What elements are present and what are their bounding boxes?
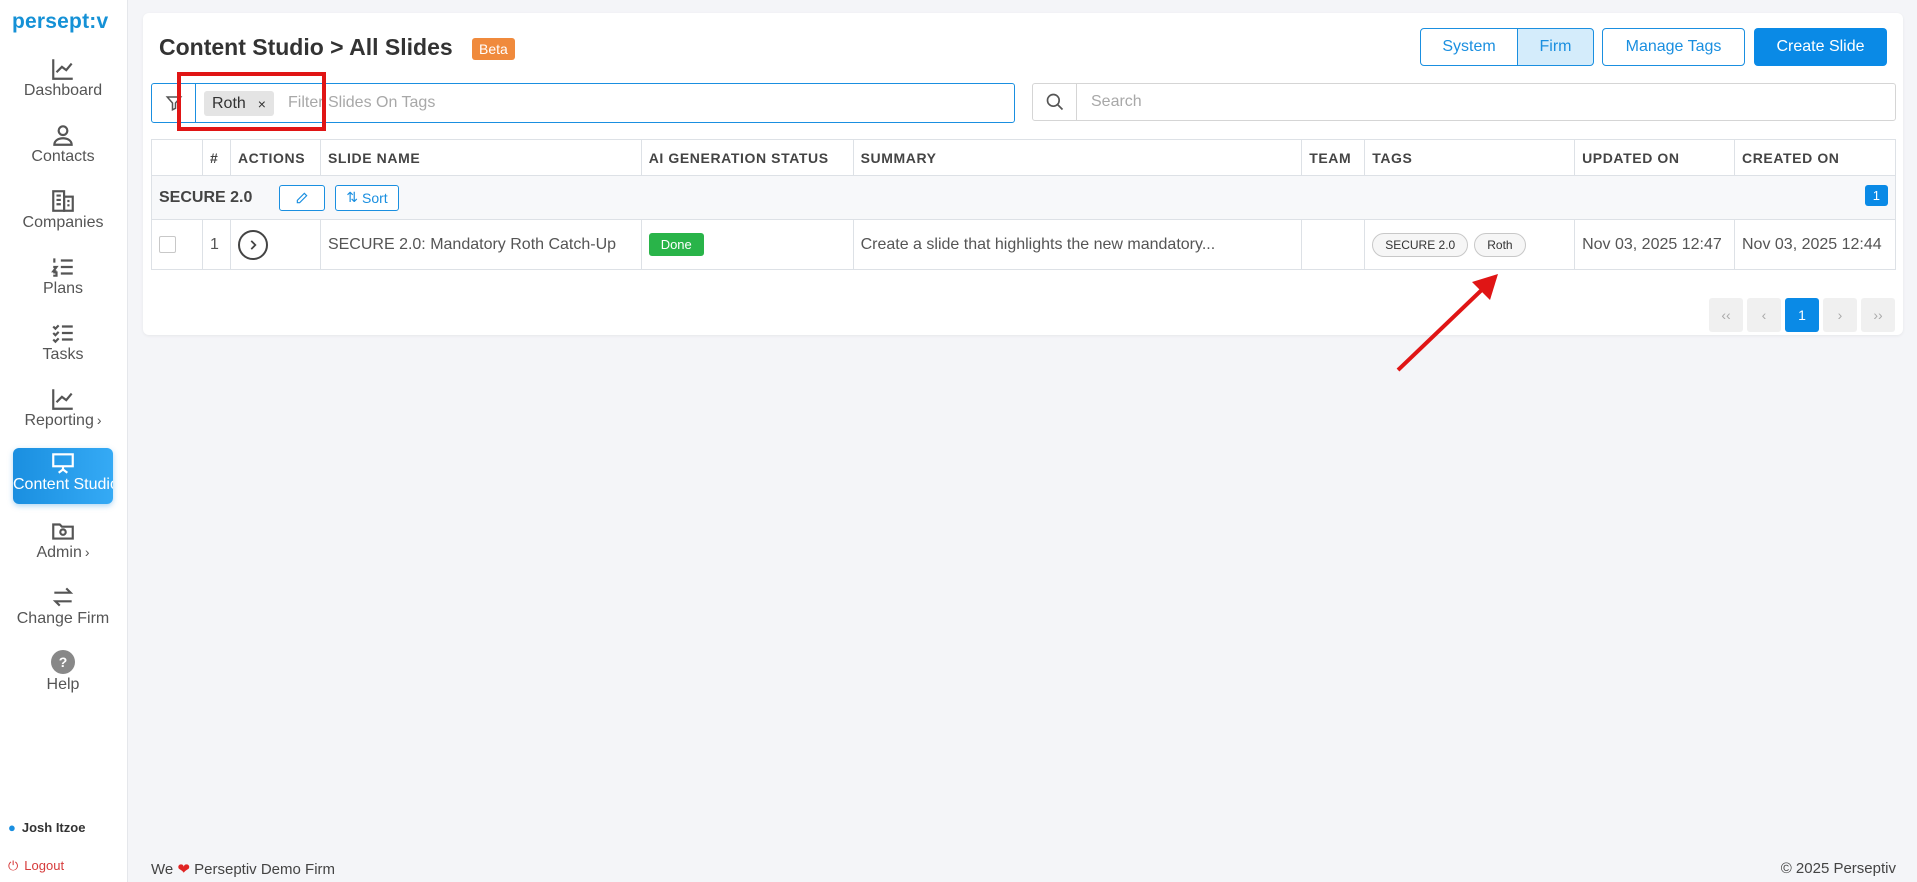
sidebar-item-label: Reporting: [24, 412, 94, 429]
search-placeholder: Search: [1091, 93, 1142, 110]
folder-gear-icon: [13, 516, 113, 544]
chevron-right-icon: ›: [84, 544, 90, 560]
sidebar-item-label: Dashboard: [23, 82, 103, 99]
sort-group-button[interactable]: ⇅ Sort: [335, 184, 399, 211]
firm-toggle[interactable]: Firm: [1517, 28, 1594, 66]
column-header: ACTIONS: [229, 139, 321, 176]
logout-label: Logout: [24, 858, 65, 873]
sidebar-item-label: Help: [46, 676, 80, 693]
brand-logo[interactable]: persept:v: [12, 10, 108, 34]
page-title: Content Studio > All Slides: [159, 34, 453, 60]
tag-pill[interactable]: SECURE 2.0: [1372, 232, 1469, 257]
last-page-button[interactable]: ››: [1861, 298, 1895, 332]
column-header[interactable]: AI GENERATION STATUS: [640, 139, 854, 176]
slide-summary: Create a slide that highlights the new m…: [852, 219, 1303, 270]
group-name: SECURE 2.0: [159, 188, 253, 206]
sidebar-item-label: Contacts: [31, 148, 95, 165]
search-icon: [1033, 84, 1077, 120]
sidebar-item-label: Plans: [42, 280, 84, 297]
column-header[interactable]: TAGS: [1364, 139, 1576, 176]
updated-on: Nov 03, 2025 12:47: [1574, 219, 1735, 270]
sidebar: persept:v Dashboard Contacts Companies P…: [0, 0, 128, 882]
sidebar-item-label: Admin: [36, 544, 82, 561]
search-input[interactable]: Search: [1032, 83, 1896, 121]
slide-name[interactable]: SECURE 2.0: Mandatory Roth Catch-Up: [319, 219, 642, 270]
help-circle-icon: ?: [51, 650, 75, 674]
presentation-icon: [13, 448, 113, 476]
sidebar-item-tasks[interactable]: Tasks: [13, 318, 113, 374]
swap-arrows-icon: [13, 582, 113, 610]
system-toggle[interactable]: System: [1420, 28, 1518, 66]
annotation-arrow: [1396, 274, 1498, 372]
highlight-box: [177, 72, 326, 131]
created-on: Nov 03, 2025 12:44: [1734, 219, 1896, 270]
beta-badge: Beta: [472, 38, 515, 60]
edit-icon: [296, 192, 308, 203]
tag-pill[interactable]: Roth: [1474, 232, 1526, 257]
user-name: Josh Itzoe: [21, 820, 86, 835]
group-row: SECURE 2.0 ⇅ Sort 1: [151, 175, 1896, 220]
sort-icon: ⇅: [346, 189, 359, 205]
column-header[interactable]: SLIDE NAME: [319, 139, 642, 176]
footer-firm: We ❤ Perseptiv Demo Firm: [151, 861, 336, 878]
chevron-right-icon: [250, 239, 257, 250]
column-header: #: [201, 139, 231, 176]
status-badge: Done: [648, 233, 704, 256]
row-number: 1: [201, 219, 231, 270]
heart-icon: ❤: [177, 861, 190, 878]
table-header: # ACTIONS SLIDE NAME AI GENERATION STATU…: [151, 139, 1896, 176]
power-icon: ⏻: [8, 858, 19, 873]
row-checkbox[interactable]: [159, 235, 176, 253]
sidebar-item-plans[interactable]: Plans: [13, 252, 113, 308]
open-slide-button[interactable]: [237, 229, 268, 260]
sidebar-item-reporting[interactable]: Reporting ›: [13, 384, 113, 440]
slide-team: [1301, 219, 1366, 270]
footer-copyright: © 2025 Perseptiv: [1780, 860, 1896, 877]
column-header: [151, 139, 203, 176]
sidebar-item-content-studio[interactable]: Content Studio: [13, 448, 113, 504]
column-header[interactable]: CREATED ON: [1734, 139, 1896, 176]
edit-group-button[interactable]: [278, 184, 325, 211]
logout-link[interactable]: ⏻ Logout: [8, 858, 64, 874]
user-icon: ●: [8, 820, 16, 835]
chart-line-icon: [13, 54, 113, 82]
sidebar-item-label: Tasks: [42, 346, 84, 363]
sidebar-item-companies[interactable]: Companies: [13, 186, 113, 242]
user-profile[interactable]: ● Josh Itzoe: [8, 820, 85, 835]
sidebar-item-contacts[interactable]: Contacts: [13, 120, 113, 176]
create-slide-button[interactable]: Create Slide: [1754, 28, 1887, 66]
sidebar-item-help[interactable]: ? Help: [13, 648, 113, 704]
manage-tags-button[interactable]: Manage Tags: [1602, 28, 1745, 66]
page-1-button[interactable]: 1: [1785, 298, 1819, 332]
group-count-badge: 1: [1864, 184, 1888, 206]
chart-line-icon: [13, 384, 113, 412]
column-header[interactable]: SUMMARY: [852, 139, 1303, 176]
numbered-list-icon: [13, 252, 113, 280]
buildings-icon: [13, 186, 113, 214]
chevron-right-icon: ›: [96, 412, 102, 428]
sidebar-item-dashboard[interactable]: Dashboard: [13, 54, 113, 110]
sidebar-item-label: Companies: [22, 214, 104, 231]
checklist-icon: [13, 318, 113, 346]
main-card: Content Studio > All Slides Beta System …: [143, 13, 1903, 335]
next-page-button[interactable]: ›: [1823, 298, 1857, 332]
sort-label: Sort: [362, 189, 388, 206]
table-row[interactable]: 1 SECURE 2.0: Mandatory Roth Catch-Up Do…: [151, 219, 1896, 270]
first-page-button[interactable]: ‹‹: [1709, 298, 1743, 332]
slides-table: # ACTIONS SLIDE NAME AI GENERATION STATU…: [151, 139, 1896, 270]
sidebar-item-label: Change Firm: [16, 610, 110, 627]
column-header[interactable]: TEAM: [1301, 139, 1366, 176]
prev-page-button[interactable]: ‹: [1747, 298, 1781, 332]
sidebar-item-admin[interactable]: Admin ›: [13, 516, 113, 572]
user-icon: [13, 120, 113, 148]
sidebar-item-label: Content Studio: [13, 476, 113, 493]
sidebar-item-change-firm[interactable]: Change Firm: [13, 582, 113, 638]
column-header[interactable]: UPDATED ON: [1574, 139, 1735, 176]
